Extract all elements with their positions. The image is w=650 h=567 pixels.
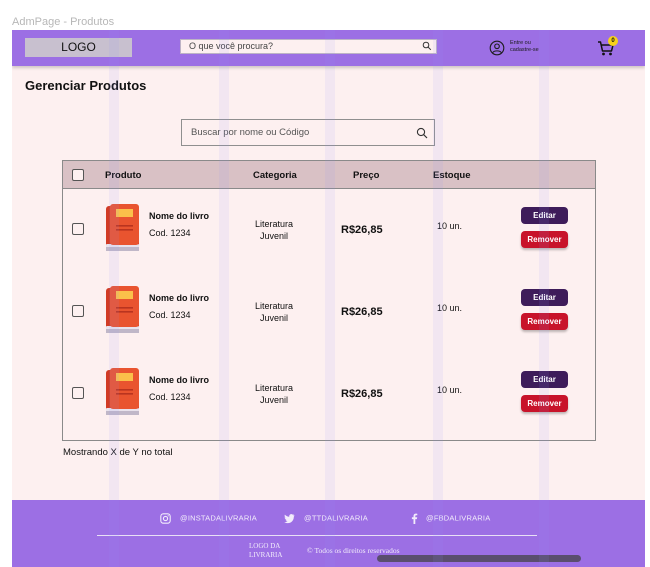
facebook-handle: @FBDALIVRARIA — [426, 513, 491, 523]
product-search-placeholder: Buscar por nome ou Código — [191, 127, 310, 138]
page-title: Gerenciar Produtos — [25, 78, 147, 93]
remove-button[interactable]: Remover — [521, 231, 568, 248]
column-header-category: Categoria — [253, 170, 297, 181]
remove-button[interactable]: Remover — [521, 313, 568, 330]
edit-button[interactable]: Editar — [521, 207, 568, 224]
column-header-product: Produto — [105, 170, 142, 181]
footer-logo-line-1: LOGO DA — [249, 542, 281, 550]
product-code: Cod. 1234 — [149, 228, 191, 238]
product-price: R$26,85 — [341, 388, 383, 400]
logo[interactable]: LOGO — [25, 38, 132, 57]
footer-divider — [97, 535, 537, 536]
row-checkbox[interactable] — [72, 305, 84, 317]
facebook-link[interactable]: @FBDALIVRARIA — [409, 513, 490, 524]
instagram-link[interactable]: @INSTADALIVRARIA — [160, 513, 257, 524]
header-search-input[interactable]: O que você procura? — [180, 39, 437, 54]
category-line-2: Juvenil — [259, 395, 288, 405]
twitter-icon — [284, 514, 295, 524]
product-name: Nome do livro — [149, 211, 210, 221]
product-code: Cod. 1234 — [149, 392, 191, 402]
table-row: Nome do livro Cod. 1234 Literatura Juven… — [63, 272, 595, 354]
product-name: Nome do livro — [149, 293, 210, 303]
table-row: Nome do livro Cod. 1234 Literatura Juven… — [63, 354, 595, 436]
footer-logo: LOGO DA LIVRARIA — [249, 542, 282, 560]
edit-button[interactable]: Editar — [521, 289, 568, 306]
cart-count-badge: 0 — [608, 36, 618, 46]
category-line-1: Literatura — [254, 301, 294, 311]
product-stock: 10 un. — [437, 221, 463, 231]
book-icon — [106, 368, 139, 415]
twitter-link[interactable]: @TTDALIVRARIA — [284, 513, 368, 524]
footer: @INSTADALIVRARIA @TTDALIVRARIA @FBDALIVR… — [12, 500, 645, 567]
copyright-text: © Todos os direitos reservados — [307, 546, 400, 555]
login-link[interactable]: Entre ou cadastre-se — [510, 40, 555, 53]
category-line-2: Juvenil — [259, 231, 288, 241]
book-icon — [106, 286, 139, 333]
product-code: Cod. 1234 — [149, 310, 191, 320]
book-icon — [106, 204, 139, 251]
user-icon[interactable] — [489, 40, 505, 56]
page-canvas: LOGO O que você procura? Entre ou cadast… — [12, 30, 645, 567]
category-line-1: Literatura — [254, 219, 294, 229]
footer-logo-line-2: LIVRARIA — [249, 551, 283, 559]
product-stock: 10 un. — [437, 303, 463, 313]
products-table: Produto Categoria Preço Estoque Nome do … — [62, 160, 596, 441]
product-category: Literatura Juvenil — [241, 382, 307, 406]
product-category: Literatura Juvenil — [241, 300, 307, 324]
product-search-input[interactable]: Buscar por nome ou Código — [181, 119, 435, 146]
search-icon[interactable] — [416, 127, 428, 139]
select-all-checkbox[interactable] — [72, 169, 84, 181]
table-header: Produto Categoria Preço Estoque — [63, 161, 595, 189]
edit-button[interactable]: Editar — [521, 371, 568, 388]
row-checkbox[interactable] — [72, 223, 84, 235]
header-search-placeholder: O que você procura? — [189, 41, 274, 51]
top-header: LOGO O que você procura? Entre ou cadast… — [12, 30, 645, 66]
product-category: Literatura Juvenil — [241, 218, 307, 242]
twitter-handle: @TTDALIVRARIA — [304, 513, 368, 523]
product-name: Nome do livro — [149, 375, 210, 385]
instagram-handle: @INSTADALIVRARIA — [180, 513, 257, 523]
search-icon[interactable] — [422, 41, 432, 51]
facebook-icon — [411, 513, 418, 524]
pagination-summary: Mostrando X de Y no total — [63, 447, 173, 458]
horizontal-scrollbar[interactable] — [377, 555, 581, 562]
frame-label: AdmPage - Produtos — [12, 16, 115, 28]
instagram-icon — [160, 513, 171, 524]
column-header-stock: Estoque — [433, 170, 471, 181]
category-line-2: Juvenil — [259, 313, 288, 323]
remove-button[interactable]: Remover — [521, 395, 568, 412]
category-line-1: Literatura — [254, 383, 294, 393]
product-price: R$26,85 — [341, 306, 383, 318]
row-checkbox[interactable] — [72, 387, 84, 399]
column-header-price: Preço — [353, 170, 380, 181]
table-row: Nome do livro Cod. 1234 Literatura Juven… — [63, 190, 595, 272]
product-price: R$26,85 — [341, 224, 383, 236]
product-stock: 10 un. — [437, 385, 463, 395]
